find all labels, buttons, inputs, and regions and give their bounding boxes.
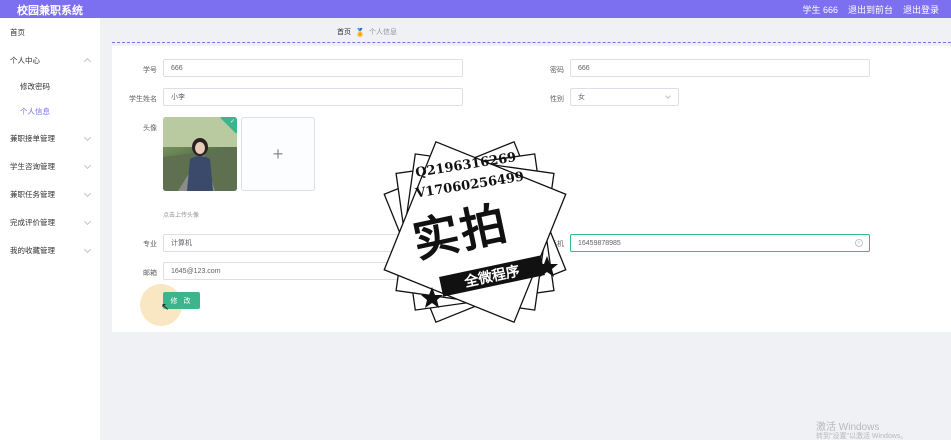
- clear-icon[interactable]: ×: [855, 239, 863, 247]
- sidebar-item-job-orders[interactable]: 兼职接单管理: [0, 124, 100, 152]
- chevron-down-icon: [83, 245, 92, 254]
- chevron-down-icon: [83, 189, 92, 198]
- chevron-down-icon: [665, 93, 671, 99]
- breadcrumb-home[interactable]: 首页: [337, 27, 351, 37]
- name-field[interactable]: 小李: [163, 88, 463, 106]
- name-label: 学生姓名: [129, 96, 157, 103]
- header-actions: 学生 666 退出到前台 退出登录: [802, 3, 939, 16]
- plus-icon: +: [272, 143, 284, 164]
- chevron-up-icon: [83, 57, 92, 66]
- gender-label: 性别: [550, 96, 564, 103]
- sidebar-item-label: 个人中心: [10, 55, 40, 65]
- chevron-down-icon: [83, 133, 92, 142]
- sidebar-item-job-tasks[interactable]: 兼职任务管理: [0, 180, 100, 208]
- sidebar-item-home[interactable]: 首页: [0, 18, 100, 46]
- student-no-label: 学号: [143, 67, 157, 74]
- avatar-photo: [163, 117, 237, 191]
- sidebar: 首页 个人中心 修改密码 个人信息 兼职接单管理 学生咨询管理 兼职任务管理 完…: [0, 18, 100, 440]
- sidebar-item-label: 我的收藏管理: [10, 245, 55, 255]
- sidebar-item-reviews[interactable]: 完成评价管理: [0, 208, 100, 236]
- password-field[interactable]: 666: [570, 59, 870, 77]
- sidebar-item-label: 首页: [10, 27, 25, 37]
- chevron-down-icon: [83, 217, 92, 226]
- sidebar-item-change-password[interactable]: 修改密码: [0, 72, 100, 100]
- sidebar-item-label: 个人信息: [20, 106, 50, 116]
- sidebar-item-personal-info[interactable]: 个人信息: [0, 97, 100, 125]
- gender-select[interactable]: 女: [570, 88, 679, 106]
- app-title: 校园兼职系统: [17, 5, 83, 17]
- sidebar-item-label: 兼职任务管理: [10, 189, 55, 199]
- student-no-field[interactable]: 666: [163, 59, 463, 77]
- medal-icon: 🏅: [355, 27, 365, 37]
- chevron-down-icon: [83, 161, 92, 170]
- avatar-image[interactable]: ✓: [163, 117, 237, 191]
- sidebar-item-label: 修改密码: [20, 81, 50, 91]
- sidebar-item-favorites[interactable]: 我的收藏管理: [0, 236, 100, 264]
- current-user-label: 学生 666: [802, 5, 838, 15]
- breadcrumb-divider: [112, 42, 951, 43]
- sidebar-item-label: 兼职接单管理: [10, 133, 55, 143]
- sidebar-item-label: 学生咨询管理: [10, 161, 55, 171]
- top-header: 校园兼职系统 学生 666 退出到前台 退出登录: [0, 0, 951, 18]
- sidebar-item-label: 完成评价管理: [10, 217, 55, 227]
- password-label: 密码: [550, 67, 564, 74]
- sidebar-item-personal-center[interactable]: 个人中心: [0, 46, 100, 74]
- breadcrumb: 首页 🏅 个人信息: [337, 27, 397, 37]
- avatar-upload-button[interactable]: +: [241, 117, 315, 191]
- check-icon: ✓: [229, 119, 235, 125]
- windows-activation-subtitle: 转到"设置"以激活 Windows。: [816, 433, 908, 440]
- upload-hint: 点击上传头像: [163, 213, 200, 219]
- mouse-cursor-icon: ↖: [161, 302, 170, 313]
- major-label: 专业: [143, 241, 157, 248]
- phone-field[interactable]: 16459878985 ×: [570, 234, 870, 252]
- exit-to-frontend-link[interactable]: 退出到前台: [848, 3, 893, 16]
- sidebar-item-consultations[interactable]: 学生咨询管理: [0, 152, 100, 180]
- email-label: 邮箱: [143, 270, 157, 277]
- breadcrumb-current: 个人信息: [368, 29, 397, 36]
- avatar-label: 头像: [143, 125, 157, 132]
- logout-link[interactable]: 退出登录: [903, 3, 939, 16]
